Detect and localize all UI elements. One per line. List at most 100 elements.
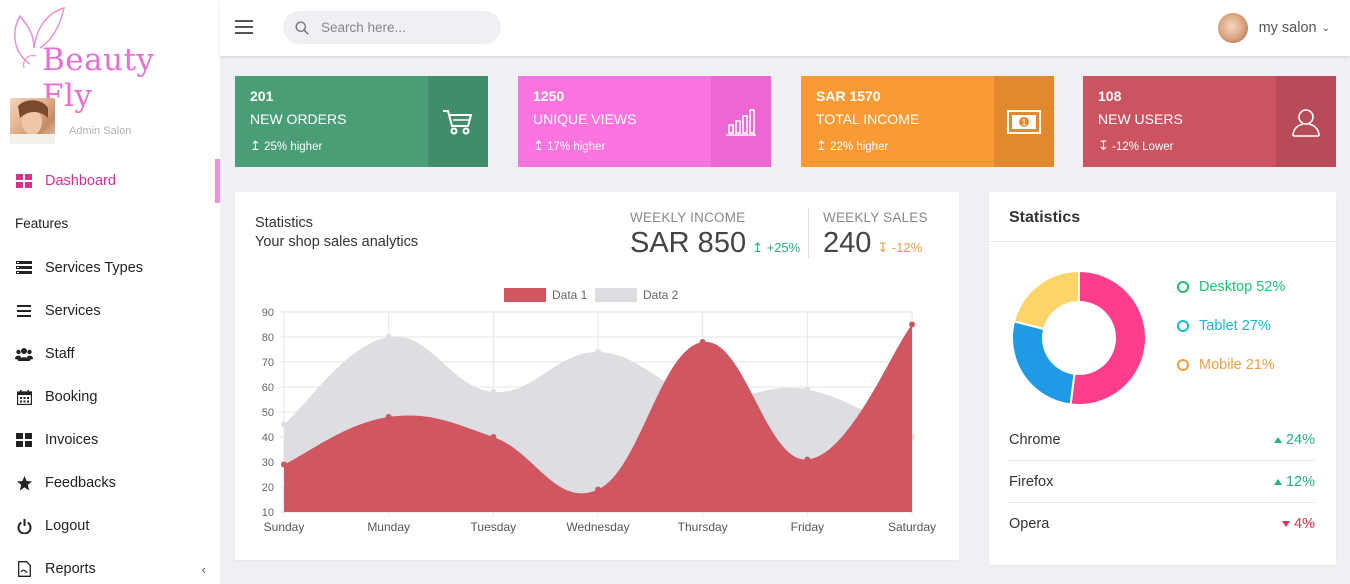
money-icon: 1 [994, 76, 1054, 167]
chevron-left-icon[interactable]: ‹ [202, 562, 206, 577]
user-menu[interactable]: my salon ⌄ [1217, 13, 1330, 43]
data-point[interactable] [804, 456, 811, 463]
sidebar-item-staff[interactable]: Staff [0, 339, 220, 369]
stat-trend: ↥ 25% higher [250, 138, 322, 154]
browser-delta: 4% [1294, 516, 1315, 532]
stat-trend-text: 25% higher [264, 141, 323, 153]
y-tick-label: 10 [262, 507, 274, 519]
sidebar-item-label: Dashboard [45, 173, 116, 189]
dashboard-icon [15, 172, 33, 190]
menu-lines-icon [15, 302, 33, 320]
browser-name: Chrome [1009, 431, 1061, 448]
sidebar-item-logout[interactable]: Logout [0, 511, 220, 541]
stat-value: 201 [250, 88, 274, 104]
power-icon [15, 517, 33, 535]
cart-icon [428, 76, 488, 167]
search-box[interactable] [283, 11, 501, 44]
stat-trend: ↥ 17% higher [533, 138, 605, 154]
donut-slice[interactable] [1069, 269, 1147, 406]
brand-name: Beauty Fly [42, 42, 155, 114]
data-point[interactable] [385, 334, 392, 340]
donut-slice[interactable] [1012, 269, 1080, 331]
sidebar-item-invoices[interactable]: Invoices [0, 425, 220, 455]
sidebar: Beauty Fly Admin Salon Dashboard Feature… [0, 0, 220, 584]
x-tick-label: Sunday [264, 520, 305, 534]
sidebar-item-label: Feedbacks [45, 475, 116, 491]
file-icon [15, 560, 33, 578]
device-legend-item[interactable]: Desktop 52% [1177, 279, 1285, 295]
donut-slice[interactable] [1011, 320, 1076, 406]
chevron-down-icon: ⌄ [1321, 22, 1330, 34]
browser-name: Opera [1009, 516, 1050, 532]
arrow-down-icon: ↧ [1098, 138, 1109, 153]
device-legend-item[interactable]: Mobile 21% [1177, 357, 1285, 373]
data-point[interactable] [281, 421, 287, 428]
sidebar-item-reports[interactable]: Reports ‹ [0, 554, 220, 584]
stat-value: SAR 1570 [816, 88, 881, 104]
browser-name: Firefox [1009, 473, 1054, 490]
circle-icon [1177, 359, 1189, 371]
legend-swatch[interactable] [504, 288, 546, 302]
svg-text:1: 1 [1021, 117, 1026, 127]
sidebar-item-dashboard[interactable]: Dashboard [0, 159, 220, 203]
stat-value: 108 [1098, 88, 1122, 104]
legend-label[interactable]: Data 2 [643, 288, 679, 302]
calendar-icon [15, 388, 33, 406]
triangle-down-icon [1282, 521, 1291, 528]
device-statistics-panel: Statistics Desktop 52% Tablet 27% Mobile 2… [989, 192, 1336, 565]
sidebar-item-label: Logout [45, 518, 90, 534]
statistics-panel: Statistics Your shop sales analytics WEE… [235, 192, 959, 560]
x-tick-label: Tuesday [471, 520, 517, 534]
data-point[interactable] [699, 339, 706, 345]
browser-delta: 24% [1285, 431, 1315, 448]
sidebar-item-feedbacks[interactable]: Feedbacks [0, 468, 220, 498]
x-tick-label: Saturday [888, 520, 936, 534]
sidebar-item-label: Invoices [45, 432, 99, 448]
arrow-up-icon: ↥ [250, 138, 261, 153]
admin-name: Admin Salon [69, 125, 132, 137]
sidebar-item-services[interactable]: Services [0, 296, 220, 326]
arrow-up-icon: ↥ [816, 138, 827, 153]
data-point[interactable] [595, 349, 601, 355]
y-tick-label: 40 [262, 432, 274, 444]
stat-trend-text: 17% higher [547, 141, 606, 153]
user-name: my salon [1258, 20, 1317, 36]
legend-swatch[interactable] [595, 288, 637, 302]
triangle-up-icon [1273, 436, 1282, 443]
y-tick-label: 60 [262, 382, 274, 394]
browser-row: Firefox 12% [1009, 461, 1315, 503]
device-legend: Desktop 52% Tablet 27% Mobile 21% [1177, 279, 1285, 396]
search-input[interactable] [321, 20, 481, 35]
circle-icon [1177, 320, 1189, 332]
x-tick-label: Friday [791, 520, 824, 534]
x-tick-label: Munday [367, 520, 410, 534]
brand-logo[interactable]: Beauty Fly [8, 2, 208, 114]
data-point[interactable] [909, 321, 915, 328]
stat-card[interactable]: 201 NEW ORDERS ↥ 25% higher [235, 76, 488, 167]
sidebar-item-label: Services Types [45, 260, 144, 276]
stat-label: NEW ORDERS [250, 111, 347, 127]
hamburger-menu-icon[interactable] [235, 20, 253, 35]
sidebar-item-services-types[interactable]: Services Types [0, 253, 220, 283]
stat-card[interactable]: 1250 UNIQUE VIEWS ↥ 17% higher [518, 76, 771, 167]
triangle-up-icon [1273, 478, 1282, 485]
sidebar-item-label: Booking [45, 389, 98, 405]
device-legend-item[interactable]: Tablet 27% [1177, 318, 1285, 334]
stat-trend: ↧ -12% Lower [1098, 138, 1173, 154]
x-tick-label: Thursday [678, 520, 728, 534]
stat-card[interactable]: SAR 1570 TOTAL INCOME ↥ 22% higher 1 [801, 76, 1054, 167]
data-point[interactable] [490, 389, 497, 395]
data-point[interactable] [490, 434, 497, 440]
data-point[interactable] [595, 486, 601, 493]
data-point[interactable] [804, 386, 811, 393]
legend-label[interactable]: Data 1 [552, 288, 588, 302]
x-tick-label: Wednesday [566, 520, 629, 534]
data-point[interactable] [385, 414, 392, 420]
data-point[interactable] [281, 461, 287, 468]
list-icon [15, 259, 33, 277]
stat-value: 1250 [533, 88, 565, 104]
stat-card[interactable]: 108 NEW USERS ↧ -12% Lower [1083, 76, 1336, 167]
device-donut-chart [1011, 269, 1147, 406]
sidebar-item-booking[interactable]: Booking [0, 382, 220, 412]
admin-avatar[interactable] [10, 98, 55, 144]
